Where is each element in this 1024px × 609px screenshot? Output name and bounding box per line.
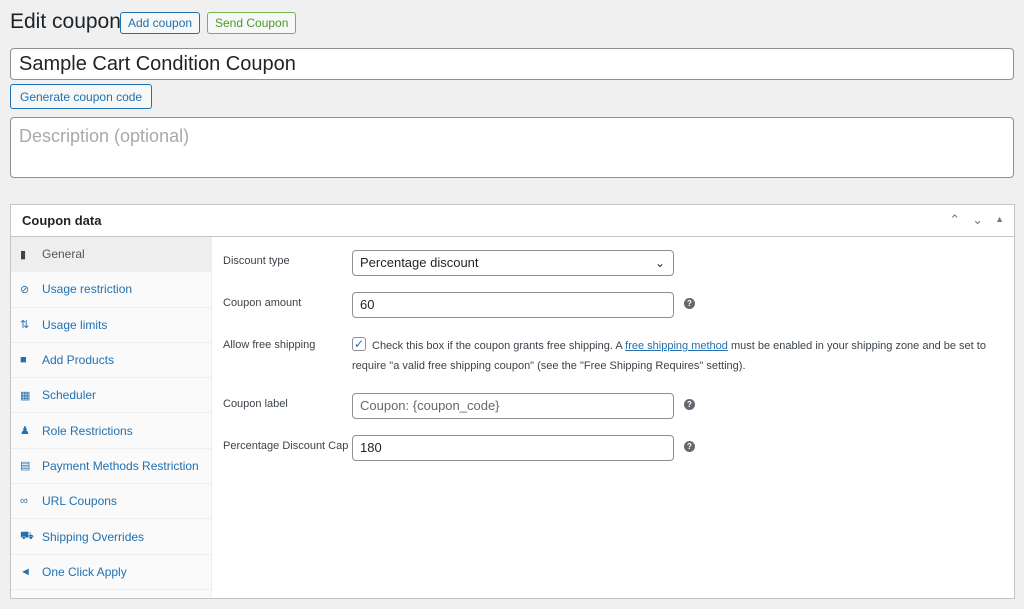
tab-general[interactable]: ▮ General <box>11 237 211 273</box>
tab-url-coupons[interactable]: ∞ URL Coupons <box>11 484 211 520</box>
page-title: Edit coupon <box>10 10 121 33</box>
discount-cap-label: Percentage Discount Cap <box>223 440 349 452</box>
block-icon: ⊘ <box>20 283 30 296</box>
add-coupon-button[interactable]: Add coupon <box>120 12 201 34</box>
truck-icon: ⛟ <box>20 529 34 542</box>
coupon-amount-label: Coupon amount <box>223 297 302 309</box>
panel-header: Coupon data <box>11 205 1014 237</box>
coupon-title-input[interactable]: Sample Cart Condition Coupon <box>10 48 1014 80</box>
tab-one-click-apply[interactable]: ◄ One Click Apply <box>11 555 211 590</box>
discount-type-select[interactable]: Percentage discount ⌄ <box>352 250 674 276</box>
user-icon: ♟ <box>20 425 30 438</box>
bag-icon: ■ <box>20 354 27 367</box>
coupon-label-label: Coupon label <box>223 398 288 410</box>
panel-title: Coupon data <box>22 213 102 228</box>
chevron-down-icon: ⌄ <box>654 256 665 270</box>
help-icon[interactable]: ? <box>684 441 695 452</box>
move-up-icon[interactable]: ⌃ <box>949 212 960 228</box>
ticket-icon: ▮ <box>20 248 27 261</box>
help-icon[interactable]: ? <box>684 399 695 410</box>
tab-payment-methods-restriction[interactable]: ▤ Payment Methods Restriction <box>11 449 211 485</box>
calendar-icon: ▦ <box>20 389 31 402</box>
megaphone-icon: ◄ <box>20 565 31 578</box>
move-down-icon[interactable]: ⌄ <box>972 212 983 228</box>
tab-usage-restriction[interactable]: ⊘ Usage restriction <box>11 272 211 308</box>
free-shipping-method-link[interactable]: free shipping method <box>625 340 728 352</box>
coupon-label-input[interactable]: Coupon: {coupon_code} <box>352 393 674 419</box>
free-shipping-description: Check this box if the coupon grants free… <box>352 340 986 372</box>
discount-type-label: Discount type <box>223 255 290 267</box>
tab-add-products[interactable]: ■ Add Products <box>11 343 211 379</box>
coupon-amount-input[interactable]: 60 <box>352 292 674 318</box>
tab-scheduler[interactable]: ▦ Scheduler <box>11 378 211 414</box>
generate-coupon-code-button[interactable]: Generate coupon code <box>10 84 153 109</box>
toggle-panel-icon[interactable]: ▲ <box>995 214 1004 228</box>
tab-usage-limits[interactable]: ⇅ Usage limits <box>11 308 211 343</box>
link-icon: ∞ <box>20 495 28 508</box>
card-icon: ▤ <box>20 460 31 473</box>
description-textarea[interactable]: Description (optional) <box>10 117 1014 178</box>
discount-cap-input[interactable]: 180 <box>352 435 674 461</box>
tab-role-restrictions[interactable]: ♟ Role Restrictions <box>11 413 211 449</box>
free-shipping-label: Allow free shipping <box>223 339 316 351</box>
help-icon[interactable]: ? <box>684 298 695 309</box>
coupon-data-panel: Coupon data ⌃ ⌄ ▲ ▮ General ⊘ Usage restri… <box>10 204 1015 599</box>
tabs-sidebar: ▮ General ⊘ Usage restriction ⇅ Usage limit… <box>11 237 212 598</box>
limits-icon: ⇅ <box>20 319 30 332</box>
send-coupon-button[interactable]: Send Coupon <box>207 12 297 34</box>
tab-shipping-overrides[interactable]: ⛟ Shipping Overrides <box>11 519 211 555</box>
